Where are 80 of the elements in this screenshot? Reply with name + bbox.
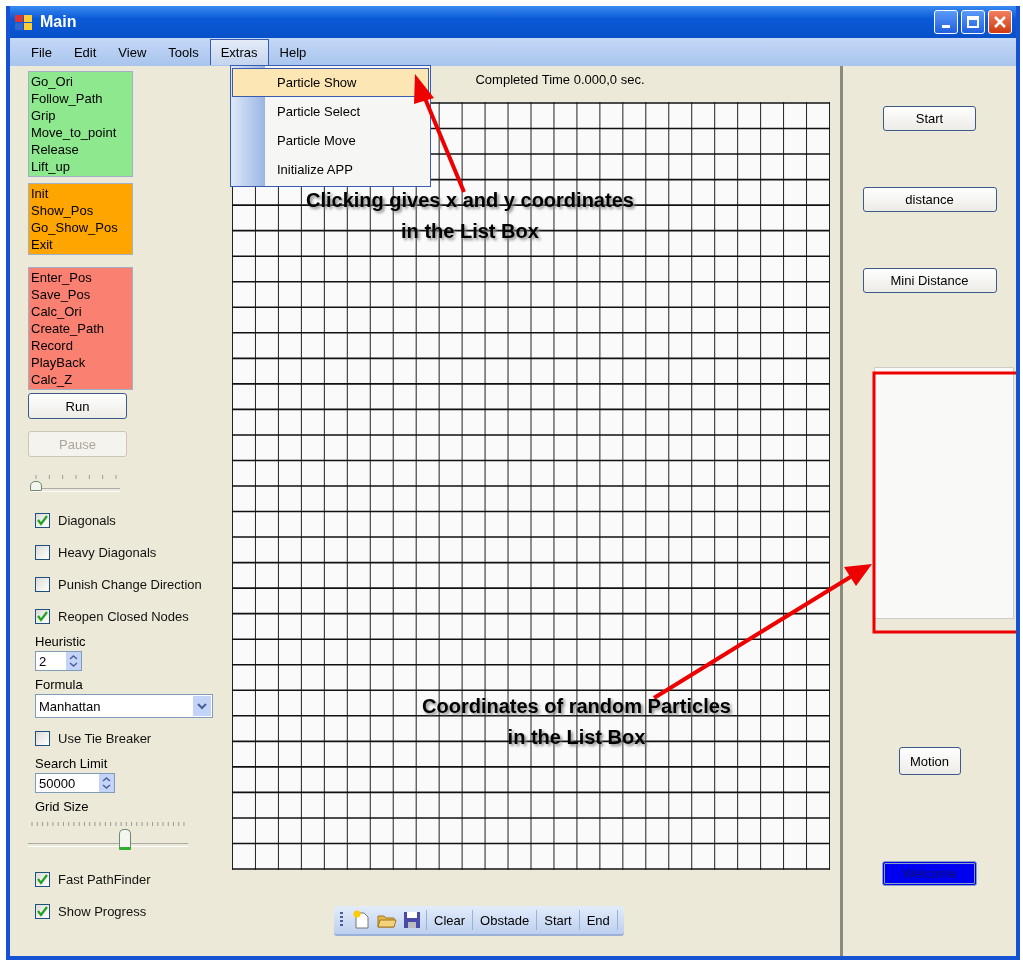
slider-thumb[interactable]	[119, 829, 131, 850]
field-label: Search Limit	[35, 756, 108, 771]
number-spinner[interactable]: 2	[35, 651, 82, 671]
list-item[interactable]: Init	[31, 185, 130, 202]
panel-button[interactable]: Motion	[898, 747, 961, 775]
completed-time-label: Completed Time 0.000,0 sec.	[475, 72, 645, 89]
list-item[interactable]: Follow_Path	[31, 90, 130, 107]
checkbox[interactable]	[35, 730, 50, 746]
formula-dropdown[interactable]: Manhattan	[35, 694, 213, 718]
command-list[interactable]: Go_Ori Follow_Path Grip Move_to_point Release Lift_up	[28, 71, 133, 177]
menu-item[interactable]: Help	[268, 38, 318, 66]
checkbox-label: Reopen Closed Nodes	[58, 608, 189, 624]
menu-item[interactable]: Particle Select	[232, 97, 429, 126]
list-item[interactable]: Release	[31, 141, 130, 158]
toolbar-button[interactable]: Obstade	[476, 909, 534, 931]
checkbox-label: Show Progress	[58, 903, 147, 919]
checkbox[interactable]	[35, 608, 50, 624]
list-item[interactable]: Calc_Z	[31, 371, 130, 388]
list-item[interactable]: Move_to_point	[31, 124, 130, 141]
window-title: Main	[40, 13, 77, 31]
toolbar-button[interactable]: Clear	[430, 909, 470, 931]
panel-button[interactable]: distance	[862, 187, 997, 212]
list-item[interactable]: Go_Show_Pos	[31, 219, 130, 236]
checkbox[interactable]	[35, 903, 50, 919]
checkbox[interactable]	[35, 871, 50, 887]
toolbar-button[interactable]: End	[582, 909, 614, 931]
list-item[interactable]: Show_Pos	[31, 202, 130, 219]
checkbox[interactable]	[35, 512, 50, 528]
checkbox-label: Heavy Diagonals	[58, 544, 157, 560]
grip-icon	[340, 912, 344, 928]
menu-item[interactable]: Particle Show	[232, 68, 429, 97]
field-label: Grid Size	[35, 799, 89, 814]
field-label: Formula	[35, 677, 83, 692]
checkbox-label: Use Tie Breaker	[58, 730, 152, 746]
spin-arrows-icon	[69, 654, 78, 668]
checkbox[interactable]	[35, 544, 50, 560]
menu-item[interactable]: Tools	[157, 38, 210, 66]
app-icon	[14, 12, 34, 32]
toolbar-button[interactable]: Start	[540, 909, 576, 931]
checkbox-label: Punish Change Direction	[58, 576, 202, 592]
slider-thumb[interactable]	[29, 481, 42, 491]
menu-item[interactable]: View	[107, 38, 158, 66]
number-spinner[interactable]: 50000	[35, 773, 115, 793]
list-item[interactable]: Create_Path	[31, 320, 130, 337]
slider[interactable]	[28, 822, 188, 847]
new-file-icon	[352, 910, 372, 930]
toolbar-button[interactable]	[401, 909, 423, 931]
slider[interactable]	[32, 475, 120, 492]
menu-item[interactable]: Initialize APP	[232, 155, 429, 184]
command-button[interactable]: Run	[28, 393, 127, 419]
command-list[interactable]: Init Show_Pos Go_Show_Pos Exit	[28, 183, 133, 255]
list-item[interactable]: Exit	[31, 236, 130, 253]
panel-button[interactable]: Start	[883, 106, 976, 131]
list-item[interactable]: Lift_up	[31, 158, 130, 175]
menu-item[interactable]: File	[20, 38, 63, 66]
list-item[interactable]: Record	[31, 337, 130, 354]
menu-item[interactable]: Edit	[62, 38, 108, 66]
list-item[interactable]: PlayBack	[31, 354, 130, 371]
close-icon	[993, 15, 1007, 29]
list-item[interactable]: Enter_Pos	[31, 269, 130, 286]
caret-icon	[197, 702, 207, 710]
field-label: Heuristic	[35, 634, 86, 649]
minimize-button[interactable]	[934, 10, 958, 34]
list-item[interactable]: Grip	[31, 107, 130, 124]
save-icon	[402, 910, 422, 930]
close-button[interactable]	[988, 10, 1012, 34]
list-item[interactable]: Go_Ori	[31, 73, 130, 90]
panel-button[interactable]: Mini Distance	[862, 268, 997, 293]
command-list[interactable]: Enter_Pos Save_Pos Calc_Ori Create_Path Record PlayBack Calc_Z	[28, 267, 133, 390]
maximize-icon	[966, 15, 980, 29]
checkbox-label: Fast PathFinder	[58, 871, 151, 887]
list-item[interactable]: Save_Pos	[31, 286, 130, 303]
checkbox[interactable]	[35, 576, 50, 592]
minimize-icon	[942, 24, 950, 28]
menu-item[interactable]: Particle Move	[232, 126, 429, 155]
list-item[interactable]: Calc_Ori	[31, 303, 130, 320]
maximize-button[interactable]	[961, 10, 985, 34]
menu-item[interactable]: Extras	[209, 39, 269, 65]
spin-arrows-icon	[102, 776, 111, 790]
checkbox-label: Diagonals	[58, 512, 116, 528]
